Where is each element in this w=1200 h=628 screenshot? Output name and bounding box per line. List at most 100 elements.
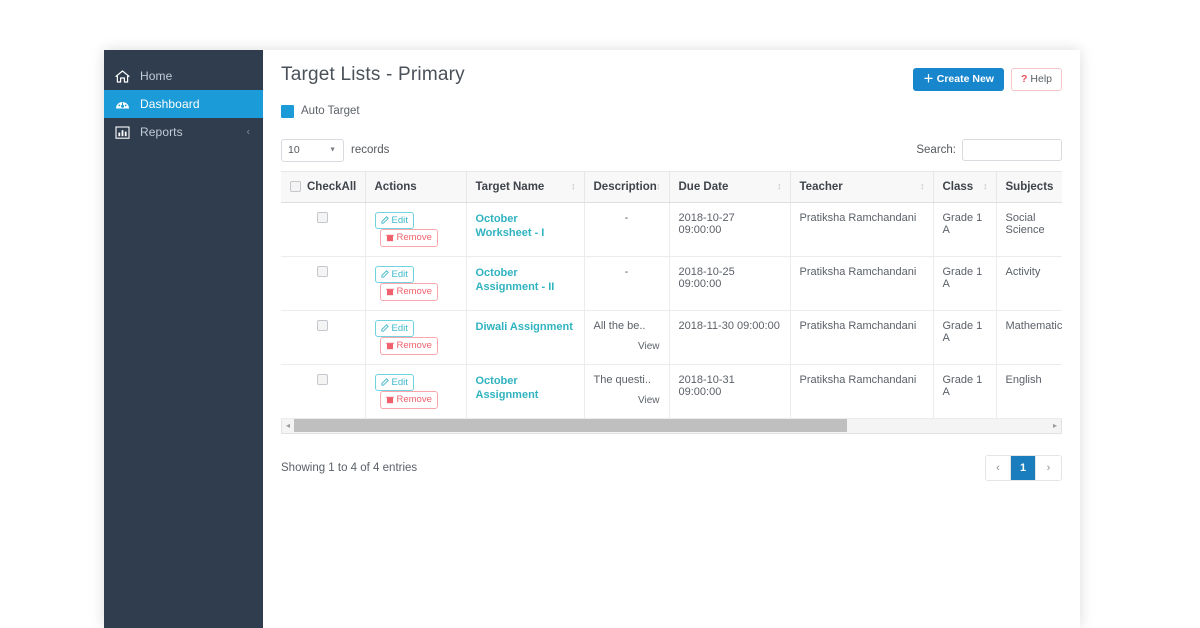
remove-button[interactable]: Remove bbox=[379, 337, 438, 355]
pagination-next[interactable]: › bbox=[1036, 455, 1061, 480]
pagination-prev[interactable]: ‹ bbox=[986, 455, 1011, 480]
create-new-label: Create New bbox=[936, 73, 994, 85]
search-input[interactable] bbox=[962, 139, 1062, 161]
search-control: Search: bbox=[916, 139, 1062, 161]
auto-target-checkbox[interactable] bbox=[281, 104, 294, 118]
column-header-subjects[interactable]: ↕ Subjects bbox=[996, 171, 1062, 203]
remove-button[interactable]: Remove bbox=[379, 391, 438, 409]
sidebar-item-dashboard[interactable]: Dashboard bbox=[104, 90, 263, 118]
table-footer: Showing 1 to 4 of 4 entries ‹ 1 › bbox=[281, 454, 1062, 481]
target-name-link[interactable]: October Assignment - II bbox=[476, 267, 555, 294]
row-actions-cell: Edit Remove bbox=[365, 310, 467, 365]
auto-target-row[interactable]: Auto Target bbox=[281, 104, 1062, 118]
column-label-class: Class bbox=[942, 180, 974, 193]
page-length-select[interactable]: 10 ▼ bbox=[281, 138, 344, 162]
edit-button[interactable]: Edit bbox=[374, 319, 414, 337]
dashboard-icon bbox=[115, 97, 132, 111]
row-target-name-cell: October Worksheet - I bbox=[466, 202, 585, 257]
pagination: ‹ 1 › bbox=[985, 454, 1062, 481]
row-description-cell: All the be.. View bbox=[584, 310, 670, 365]
column-header-class[interactable]: ↕ Class bbox=[933, 171, 997, 203]
row-checkbox[interactable] bbox=[317, 374, 329, 386]
row-due-date-cell: 2018-10-31 09:00:00 bbox=[669, 364, 791, 419]
search-label: Search: bbox=[916, 144, 956, 156]
row-checkbox[interactable] bbox=[317, 320, 329, 332]
scroll-left-arrow-icon[interactable]: ◂ bbox=[282, 421, 294, 430]
row-teacher-cell: Pratiksha Ramchandani bbox=[790, 202, 934, 257]
column-header-checkall[interactable]: CheckAll bbox=[281, 171, 366, 203]
row-checkbox[interactable] bbox=[317, 266, 329, 278]
target-name-link[interactable]: October Worksheet - I bbox=[476, 213, 545, 240]
row-actions-cell: Edit Remove bbox=[365, 364, 467, 419]
column-label-teacher: Teacher bbox=[799, 180, 843, 193]
target-list-table: CheckAll Actions ↕ Target Name ↕ Descrip… bbox=[281, 171, 1062, 419]
description-text: The questi.. bbox=[593, 373, 651, 386]
header-actions: ＋ Create New ? Help bbox=[913, 64, 1062, 91]
remove-label: Remove bbox=[396, 232, 432, 243]
page-length-control: 10 ▼ records bbox=[281, 138, 390, 162]
column-header-teacher[interactable]: ↕ Teacher bbox=[790, 171, 934, 203]
row-class-cell: Grade 1 A bbox=[933, 202, 997, 257]
edit-button[interactable]: Edit bbox=[374, 265, 414, 283]
column-header-actions: Actions bbox=[365, 171, 467, 203]
description-text: - bbox=[624, 265, 629, 278]
column-header-target-name[interactable]: ↕ Target Name bbox=[466, 171, 585, 203]
edit-button[interactable]: Edit bbox=[374, 211, 414, 229]
column-label-subjects: Subjects bbox=[1005, 180, 1054, 193]
row-checkbox[interactable] bbox=[317, 212, 329, 224]
pagination-page-1[interactable]: 1 bbox=[1011, 455, 1036, 480]
sidebar: Home Dashboard Reports ‹ bbox=[104, 50, 263, 628]
row-due-date-cell: 2018-11-30 09:00:00 bbox=[669, 310, 791, 365]
row-due-date-cell: 2018-10-25 09:00:00 bbox=[669, 256, 791, 311]
create-new-button[interactable]: ＋ Create New bbox=[913, 68, 1004, 91]
chevron-down-icon: ▼ bbox=[329, 146, 336, 154]
row-actions-cell: Edit Remove bbox=[365, 202, 467, 257]
question-mark-icon: ? bbox=[1020, 73, 1028, 85]
records-label: records bbox=[351, 144, 390, 156]
remove-button[interactable]: Remove bbox=[379, 283, 438, 301]
table-scroll-area: CheckAll Actions ↕ Target Name ↕ Descrip… bbox=[281, 170, 1062, 419]
row-description-cell: - bbox=[584, 256, 670, 311]
chevron-left-icon: ‹ bbox=[246, 126, 250, 138]
sort-icon: ↕ bbox=[983, 180, 987, 191]
table-row: Edit Remove October Assignment The questi..… bbox=[281, 364, 1062, 419]
view-description-link[interactable]: View bbox=[594, 395, 660, 406]
row-subject-cell: Mathematics bbox=[996, 310, 1062, 365]
sidebar-item-reports[interactable]: Reports ‹ bbox=[104, 118, 263, 146]
column-header-description[interactable]: ↕ Description bbox=[584, 171, 670, 203]
table-horizontal-scrollbar[interactable]: ◂ ▸ bbox=[281, 418, 1062, 434]
sidebar-item-home[interactable]: Home bbox=[104, 62, 263, 90]
table-row: Edit Remove Diwali Assignment All the be.. V… bbox=[281, 310, 1062, 365]
edit-button[interactable]: Edit bbox=[374, 373, 414, 391]
row-checkbox-cell bbox=[281, 202, 366, 257]
edit-label: Edit bbox=[391, 322, 408, 334]
reports-icon bbox=[115, 125, 132, 139]
row-description-cell: - bbox=[584, 202, 670, 257]
table-body: Edit Remove October Worksheet - I - 2018-10-… bbox=[281, 202, 1062, 419]
table-head: CheckAll Actions ↕ Target Name ↕ Descrip… bbox=[281, 171, 1062, 203]
column-label-description: Description bbox=[593, 180, 657, 193]
scrollbar-track[interactable] bbox=[294, 419, 1049, 432]
app-window: Home Dashboard Reports ‹ Target Lists - … bbox=[104, 50, 1080, 628]
home-icon bbox=[115, 69, 132, 83]
row-checkbox-cell bbox=[281, 310, 366, 365]
sort-icon: ↕ bbox=[571, 180, 575, 191]
column-header-due-date[interactable]: ↕ Due Date bbox=[669, 171, 791, 203]
sidebar-item-label: Dashboard bbox=[140, 97, 200, 111]
edit-label: Edit bbox=[391, 268, 408, 280]
view-description-link[interactable]: View bbox=[594, 341, 660, 352]
row-target-name-cell: Diwali Assignment bbox=[466, 310, 585, 365]
scrollbar-thumb[interactable] bbox=[294, 419, 847, 432]
remove-button[interactable]: Remove bbox=[379, 229, 438, 247]
row-target-name-cell: October Assignment bbox=[466, 364, 585, 419]
column-label-target-name: Target Name bbox=[475, 180, 545, 193]
target-name-link[interactable]: Diwali Assignment bbox=[476, 321, 573, 333]
checkall-checkbox[interactable] bbox=[290, 180, 301, 192]
page-title: Target Lists - Primary bbox=[281, 64, 465, 85]
remove-label: Remove bbox=[396, 340, 432, 351]
help-button[interactable]: ? Help bbox=[1010, 68, 1062, 91]
row-subject-cell: English bbox=[996, 364, 1062, 419]
target-name-link[interactable]: October Assignment bbox=[476, 375, 539, 402]
scroll-right-arrow-icon[interactable]: ▸ bbox=[1049, 421, 1061, 430]
row-subject-cell: Activity bbox=[996, 256, 1062, 311]
